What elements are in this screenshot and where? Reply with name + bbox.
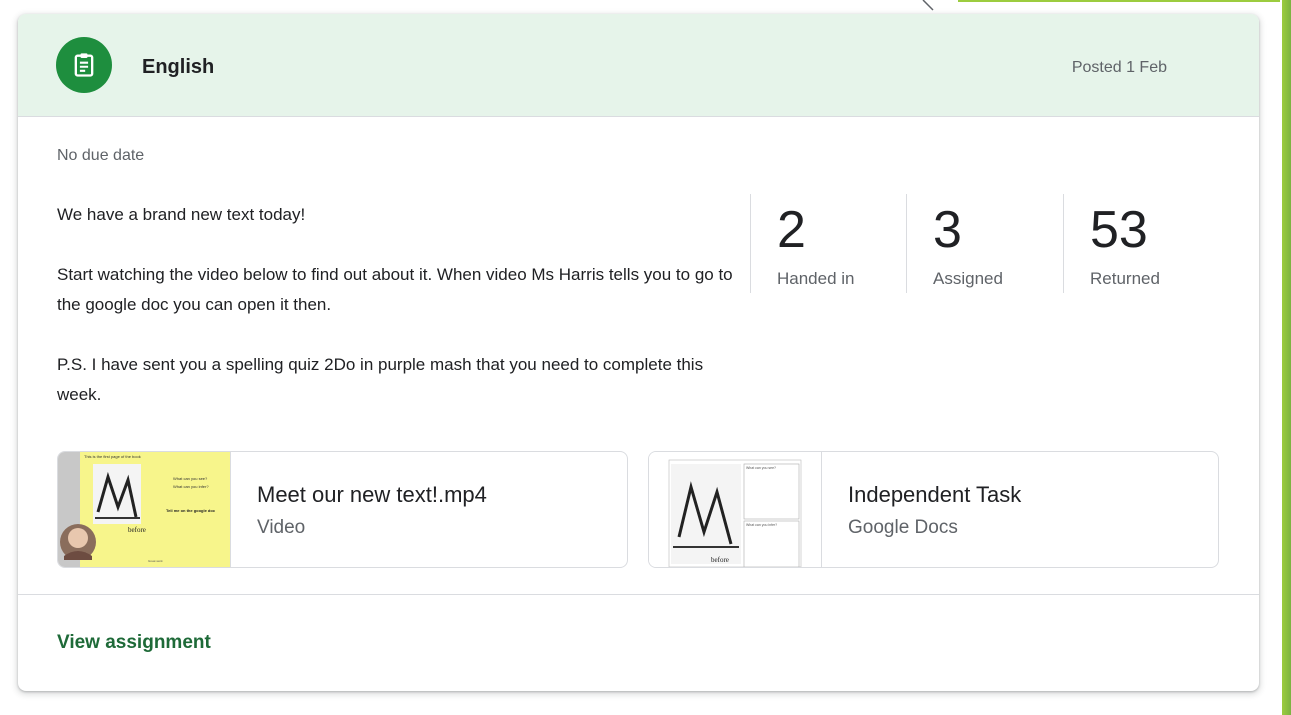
description-paragraph-2: Start watching the video below to find o… xyxy=(57,265,733,314)
attachment-google-doc[interactable]: before What can you see? What can you in… xyxy=(648,451,1219,568)
doc-thumb-box-2: What can you infer? xyxy=(746,523,777,527)
card-divider xyxy=(18,594,1259,595)
stat-returned[interactable]: 53 Returned xyxy=(1063,194,1220,293)
attachment-type: Google Docs xyxy=(848,517,958,538)
class-subject: English xyxy=(142,56,215,78)
attachment-title: Independent Task xyxy=(848,482,1022,507)
attachment-title: Meet our new text!.mp4 xyxy=(257,482,487,507)
doc-thumb-caption: before xyxy=(711,556,729,564)
thumb-question-2: What can you infer? xyxy=(173,484,209,489)
stat-label: Assigned xyxy=(933,269,1003,288)
thumb-footer: Great work xyxy=(148,559,163,563)
thumb-question-1: What can you see? xyxy=(173,476,208,481)
posted-date: Posted 1 Feb xyxy=(1071,59,1167,76)
thumb-heading: This is the first page of the book xyxy=(84,454,141,459)
stat-value: 2 xyxy=(777,201,806,259)
stat-value: 53 xyxy=(1090,201,1148,259)
stat-label: Handed in xyxy=(777,269,855,288)
attachment-type: Video xyxy=(257,517,306,538)
due-date: No due date xyxy=(57,147,145,164)
doc-thumb-box-1: What can you see? xyxy=(746,466,776,470)
stat-value: 3 xyxy=(933,201,962,259)
attachment-video[interactable]: This is the first page of the book befor… xyxy=(57,451,628,568)
assignment-card: English Posted 1 Feb No due date We have… xyxy=(18,14,1259,691)
presenter-avatar xyxy=(60,524,96,560)
thumb-caption: before xyxy=(128,526,146,534)
slide-edge-accent xyxy=(1282,0,1291,715)
description-paragraph-3: P.S. I have sent you a spelling quiz 2Do… xyxy=(57,355,704,404)
assignment-icon xyxy=(56,37,112,93)
clipboard-icon xyxy=(74,53,94,77)
stat-handed-in[interactable]: 2 Handed in xyxy=(750,194,907,293)
view-assignment-link[interactable]: View assignment xyxy=(57,631,211,655)
stat-assigned[interactable]: 3 Assigned xyxy=(906,194,1063,293)
card-header: English Posted 1 Feb xyxy=(18,14,1259,117)
stat-label: Returned xyxy=(1090,269,1160,288)
thumb-prompt: Tell me on the google doc xyxy=(166,508,216,513)
corner-accent-line xyxy=(958,0,1280,2)
corner-arrow-icon xyxy=(922,0,934,11)
video-thumbnail: This is the first page of the book befor… xyxy=(58,452,231,567)
doc-thumbnail: before What can you see? What can you in… xyxy=(649,452,822,567)
description-paragraph-1: We have a brand new text today! xyxy=(57,205,306,224)
assignment-description: We have a brand new text today! Start wa… xyxy=(57,200,747,410)
